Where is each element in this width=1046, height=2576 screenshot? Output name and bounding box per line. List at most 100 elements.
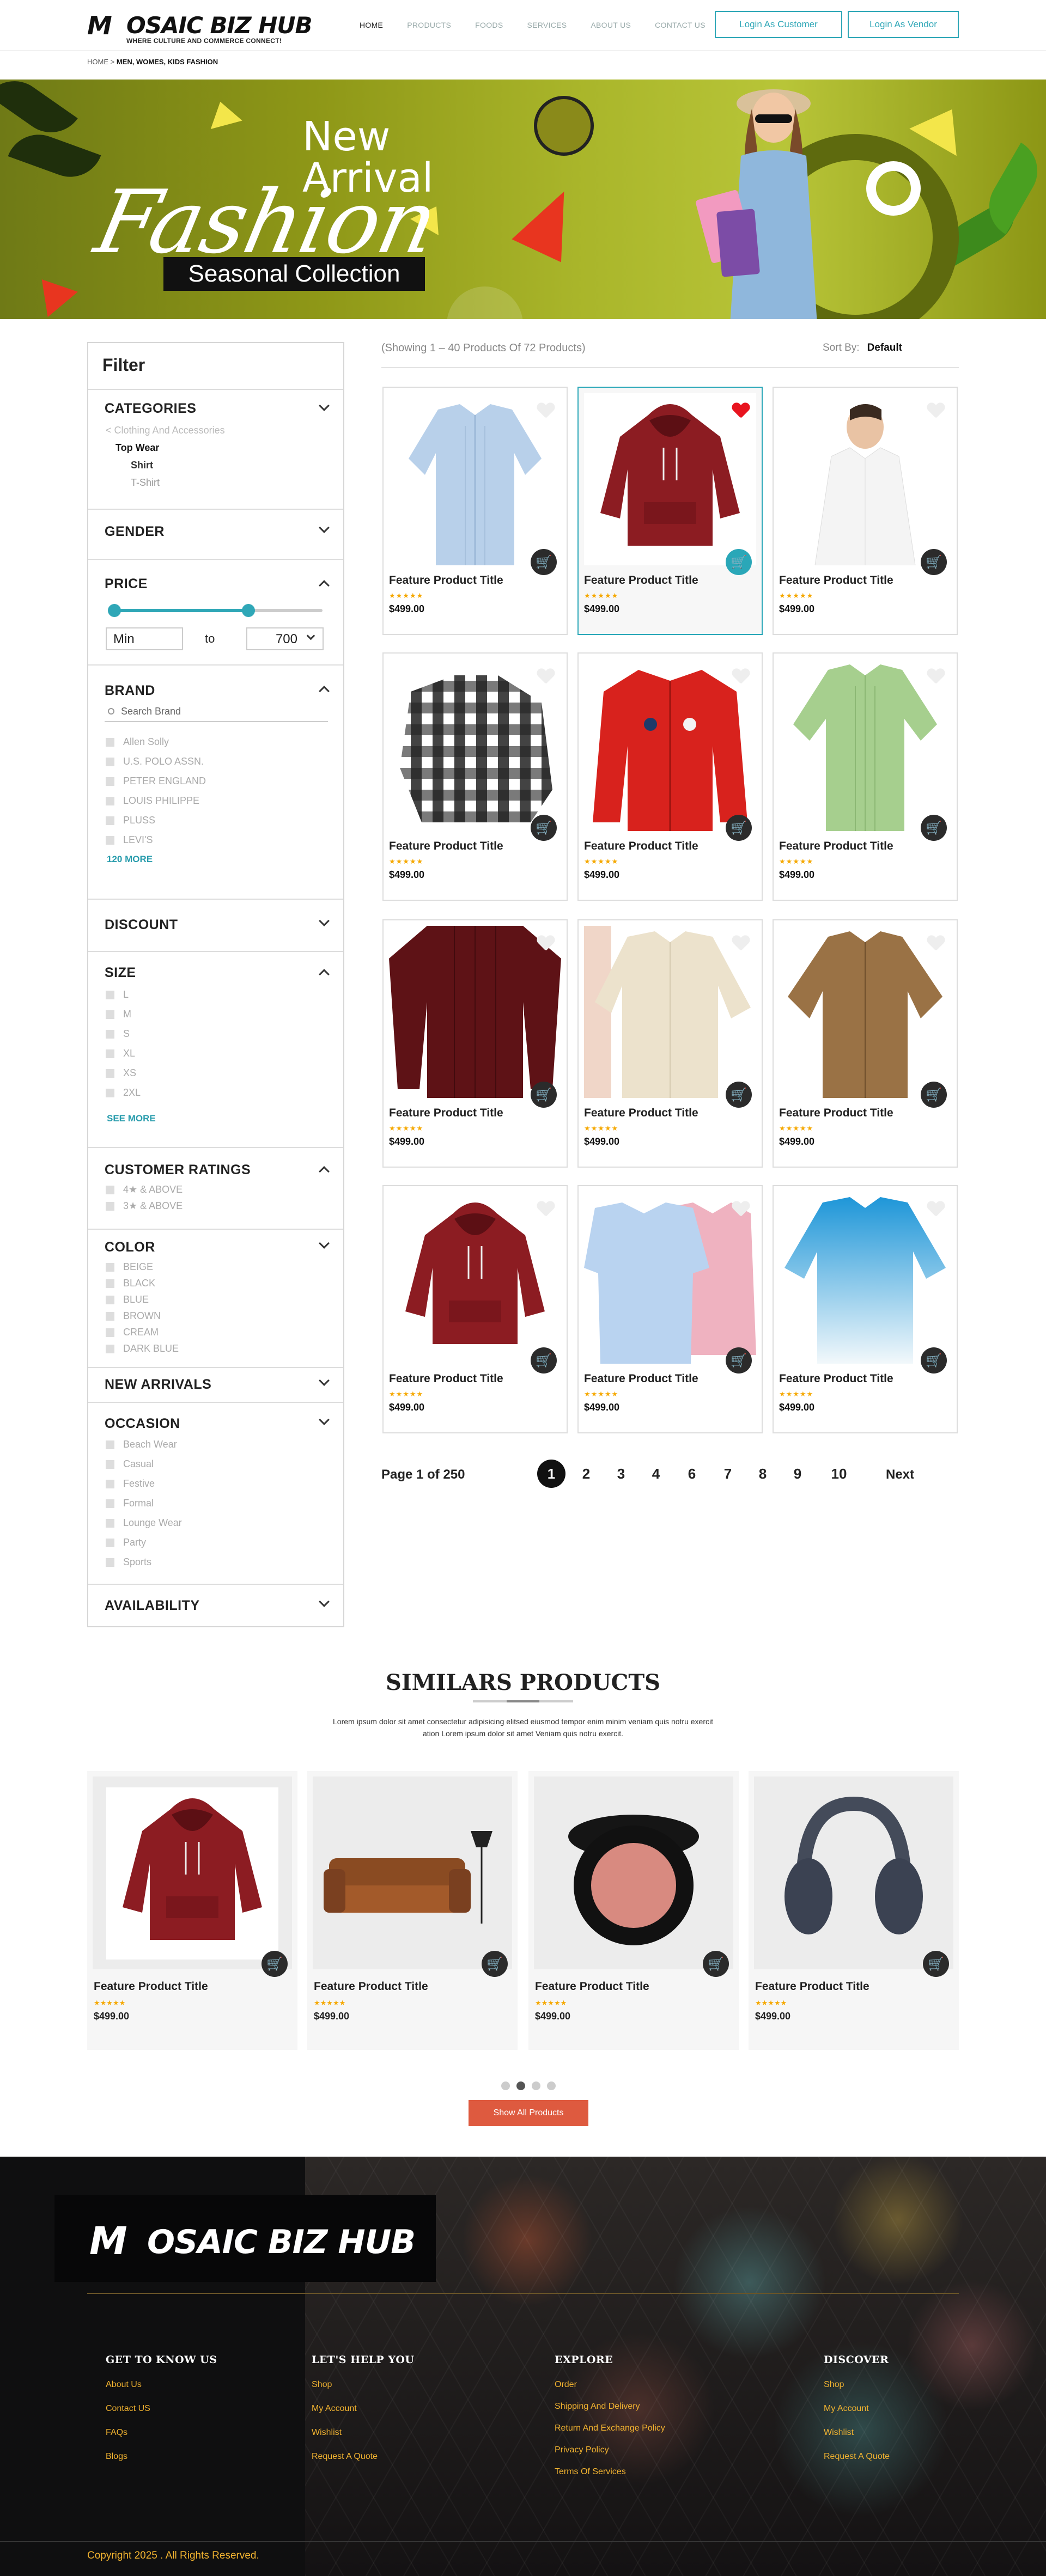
color-option[interactable]: BLUE xyxy=(106,1294,149,1305)
product-card[interactable]: 🛒 Feature Product Title ★★★★★ $499.00 xyxy=(577,387,763,635)
product-image[interactable] xyxy=(534,1777,733,1969)
breadcrumb-home[interactable]: HOME xyxy=(87,58,108,66)
product-card[interactable]: 🛒 Feature Product Title ★★★★★ $499.00 xyxy=(577,1185,763,1433)
chevron-down-icon[interactable] xyxy=(319,915,330,926)
brand-search-input[interactable]: Search Brand xyxy=(121,706,181,717)
product-title[interactable]: Feature Product Title xyxy=(584,1107,698,1120)
add-to-cart-icon[interactable]: 🛒 xyxy=(726,815,752,841)
wishlist-heart-icon[interactable] xyxy=(927,403,945,419)
footer-logo[interactable]: M OSAIC BIZ HUB xyxy=(54,2195,436,2282)
checkbox[interactable] xyxy=(106,990,114,999)
product-title[interactable]: Feature Product Title xyxy=(94,1980,208,1993)
page-number[interactable]: 6 xyxy=(678,1460,706,1488)
size-see-more-link[interactable]: SEE MORE xyxy=(107,1113,156,1124)
wishlist-heart-icon[interactable] xyxy=(537,669,555,685)
checkbox[interactable] xyxy=(106,1440,114,1449)
new-arrivals-heading[interactable]: NEW ARRIVALS xyxy=(105,1377,211,1393)
checkbox[interactable] xyxy=(106,1029,114,1039)
add-to-cart-icon[interactable]: 🛒 xyxy=(921,549,947,575)
color-option[interactable]: CREAM xyxy=(106,1327,159,1338)
size-option[interactable]: S xyxy=(106,1028,130,1040)
footer-link[interactable]: Shop xyxy=(824,2380,890,2390)
price-min-handle[interactable] xyxy=(107,604,121,617)
product-card[interactable]: 🛒 Feature Product Title ★★★★★ $499.00 xyxy=(773,652,958,901)
chevron-down-icon[interactable] xyxy=(319,1414,330,1425)
chevron-up-icon[interactable] xyxy=(319,580,330,591)
categories-heading[interactable]: CATEGORIES xyxy=(105,401,196,417)
discount-heading[interactable]: DISCOUNT xyxy=(105,917,178,933)
product-card[interactable]: 🛒 Feature Product Title ★★★★★ $499.00 xyxy=(577,652,763,901)
nav-foods[interactable]: FOODS xyxy=(475,21,503,29)
price-slider-track[interactable] xyxy=(107,604,323,617)
product-image[interactable] xyxy=(779,659,951,831)
footer-link[interactable]: Privacy Policy xyxy=(555,2445,665,2455)
product-image[interactable] xyxy=(584,926,756,1098)
product-card[interactable]: 🛒 Feature Product Title ★★★★★ $499.00 xyxy=(773,387,958,635)
add-to-cart-icon[interactable]: 🛒 xyxy=(703,1951,729,1977)
brand-more-link[interactable]: 120 MORE xyxy=(107,854,153,865)
checkbox[interactable] xyxy=(106,1344,114,1353)
similar-product-card[interactable]: 🛒 Feature Product Title ★★★★★ $499.00 xyxy=(528,1771,739,2050)
product-image[interactable] xyxy=(584,393,756,565)
product-image[interactable] xyxy=(779,926,951,1098)
checkbox[interactable] xyxy=(106,1185,114,1194)
next-page-button[interactable]: Next xyxy=(886,1467,914,1482)
add-to-cart-icon[interactable]: 🛒 xyxy=(726,549,752,575)
carousel-dot[interactable] xyxy=(547,2081,556,2090)
occasion-option[interactable]: Beach Wear xyxy=(106,1439,177,1450)
product-card[interactable]: 🛒 Feature Product Title ★★★★★ $499.00 xyxy=(382,919,568,1168)
add-to-cart-icon[interactable]: 🛒 xyxy=(921,1082,947,1108)
brand-logo[interactable]: M OSAIC BIZ HUB WHERE CULTURE AND COMMER… xyxy=(87,9,313,45)
product-image[interactable] xyxy=(584,1192,756,1364)
carousel-dot[interactable] xyxy=(532,2081,540,2090)
page-number[interactable]: 10 xyxy=(825,1460,853,1488)
product-image[interactable] xyxy=(389,926,561,1098)
carousel-dot[interactable] xyxy=(501,2081,510,2090)
nav-home[interactable]: HOME xyxy=(360,21,383,29)
color-option[interactable]: BROWN xyxy=(106,1310,161,1322)
add-to-cart-icon[interactable]: 🛒 xyxy=(531,549,557,575)
occasion-option[interactable]: Sports xyxy=(106,1556,151,1568)
nav-about-us[interactable]: ABOUT US xyxy=(591,21,631,29)
wishlist-heart-icon[interactable] xyxy=(732,1201,750,1218)
footer-link[interactable]: Order xyxy=(555,2380,665,2390)
page-number[interactable]: 2 xyxy=(572,1460,600,1488)
sort-by[interactable]: Sort By: Default xyxy=(823,342,902,354)
hero-banner[interactable]: New Arrival Fashion Seasonal Collection xyxy=(0,80,1046,319)
add-to-cart-icon[interactable]: 🛒 xyxy=(726,1347,752,1374)
checkbox[interactable] xyxy=(106,1499,114,1508)
product-image[interactable] xyxy=(779,1192,951,1364)
add-to-cart-icon[interactable]: 🛒 xyxy=(921,1347,947,1374)
size-heading[interactable]: SIZE xyxy=(105,965,136,981)
footer-link[interactable]: My Account xyxy=(824,2404,890,2414)
product-image[interactable] xyxy=(584,659,756,831)
price-max-handle[interactable] xyxy=(241,604,255,617)
page-number[interactable]: 9 xyxy=(783,1460,812,1488)
checkbox[interactable] xyxy=(106,1311,114,1321)
product-title[interactable]: Feature Product Title xyxy=(584,840,698,853)
chevron-up-icon[interactable] xyxy=(319,686,330,697)
size-option[interactable]: M xyxy=(106,1009,131,1020)
login-vendor-button[interactable]: Login As Vendor xyxy=(848,11,959,38)
product-image[interactable] xyxy=(93,1777,292,1969)
checkbox[interactable] xyxy=(106,1201,114,1211)
occasion-heading[interactable]: OCCASION xyxy=(105,1416,180,1432)
wishlist-heart-icon[interactable] xyxy=(537,1201,555,1218)
occasion-option[interactable]: Lounge Wear xyxy=(106,1517,182,1529)
nav-products[interactable]: PRODUCTS xyxy=(407,21,451,29)
rating-option[interactable]: 3★ & ABOVE xyxy=(106,1200,183,1212)
add-to-cart-icon[interactable]: 🛒 xyxy=(262,1951,288,1977)
page-number[interactable]: 8 xyxy=(749,1460,777,1488)
similar-product-card[interactable]: 🛒 Feature Product Title ★★★★★ $499.00 xyxy=(749,1771,959,2050)
chevron-up-icon[interactable] xyxy=(319,1166,330,1177)
brand-search-box[interactable]: Search Brand xyxy=(105,705,328,722)
add-to-cart-icon[interactable]: 🛒 xyxy=(726,1082,752,1108)
checkbox[interactable] xyxy=(106,1518,114,1528)
occasion-option[interactable]: Festive xyxy=(106,1478,155,1490)
size-option[interactable]: XS xyxy=(106,1067,136,1079)
availability-heading[interactable]: AVAILABILITY xyxy=(105,1598,200,1614)
checkbox[interactable] xyxy=(106,777,114,786)
footer-link[interactable]: Return And Exchange Policy xyxy=(555,2424,665,2433)
category-back-link[interactable]: < Clothing And Accessories xyxy=(106,425,225,436)
product-card[interactable]: 🛒 Feature Product Title ★★★★★ $499.00 xyxy=(382,387,568,635)
